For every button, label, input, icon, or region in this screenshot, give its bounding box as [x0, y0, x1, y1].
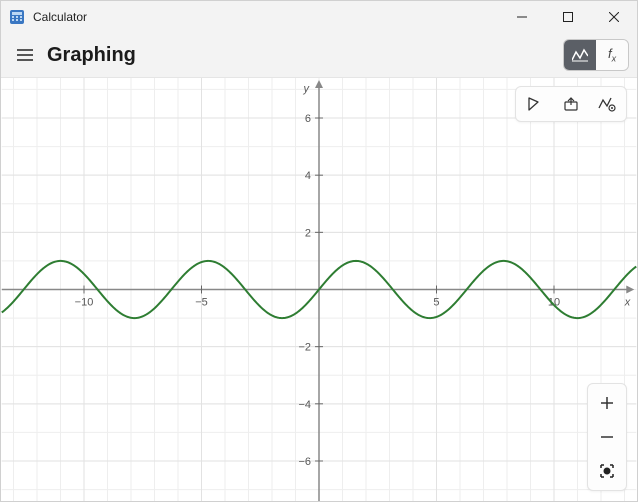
mode-title: Graphing — [47, 44, 563, 67]
app-window: Calculator Graphing fx −10− — [0, 0, 638, 502]
graph-view-button[interactable] — [564, 40, 596, 70]
svg-text:10: 10 — [548, 296, 560, 308]
svg-text:2: 2 — [305, 227, 311, 239]
svg-text:−6: −6 — [299, 456, 312, 468]
maximize-button[interactable] — [545, 1, 591, 33]
zoom-out-button[interactable] — [590, 420, 624, 454]
svg-text:4: 4 — [305, 170, 311, 182]
titlebar: Calculator — [1, 1, 637, 33]
window-controls — [499, 1, 637, 33]
zoom-controls — [587, 383, 627, 491]
zoom-fit-button[interactable] — [590, 454, 624, 488]
svg-text:5: 5 — [433, 296, 439, 308]
menu-button[interactable] — [5, 37, 45, 73]
svg-text:x: x — [624, 296, 631, 308]
zoom-in-button[interactable] — [590, 386, 624, 420]
equation-view-button[interactable]: fx — [596, 40, 628, 70]
minimize-button[interactable] — [499, 1, 545, 33]
share-button[interactable] — [554, 89, 588, 119]
header: Graphing fx — [1, 33, 637, 77]
window-title: Calculator — [33, 10, 499, 24]
trace-button[interactable] — [518, 89, 552, 119]
graph-canvas[interactable]: −10−5510−6−4−2246yx — [1, 77, 637, 501]
svg-text:−2: −2 — [299, 342, 312, 354]
graph-options-button[interactable] — [590, 89, 624, 119]
svg-text:6: 6 — [305, 113, 311, 125]
svg-text:−10: −10 — [75, 296, 94, 308]
close-button[interactable] — [591, 1, 637, 33]
graph-toolbox — [515, 86, 627, 122]
svg-text:−5: −5 — [195, 296, 208, 308]
view-toggle: fx — [563, 39, 629, 71]
svg-text:−4: −4 — [299, 399, 312, 411]
plot-svg: −10−5510−6−4−2246yx — [1, 78, 637, 501]
calculator-app-icon — [9, 9, 25, 25]
